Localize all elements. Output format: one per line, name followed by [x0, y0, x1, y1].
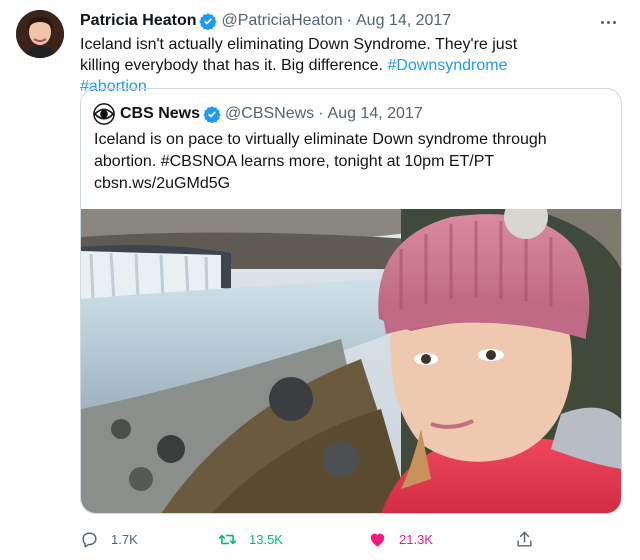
share-button[interactable] — [515, 526, 546, 552]
quoted-display-name[interactable]: CBS News — [120, 105, 200, 123]
like-count: 21.3K — [399, 531, 433, 547]
separator-dot: · — [346, 12, 352, 29]
quoted-body: Iceland is on pace to virtually eliminat… — [94, 131, 547, 170]
heart-icon — [370, 533, 385, 547]
quoted-tweet[interactable]: CBS News @CBSNews · Aug 14, 2017 Iceland… — [80, 88, 622, 514]
reply-icon — [82, 531, 97, 547]
like-button[interactable]: 21.3K — [368, 526, 433, 552]
quoted-handle[interactable]: @CBSNews — [225, 105, 314, 123]
verified-badge-icon — [203, 105, 221, 123]
reply-button[interactable]: 1.7K — [80, 526, 138, 552]
hashtag-link[interactable]: #Downsyndrome — [387, 57, 507, 74]
author-handle[interactable]: @PatriciaHeaton — [221, 12, 342, 30]
separator-dot: · — [318, 105, 324, 122]
retweet-count: 13.5K — [249, 531, 283, 547]
retweet-icon — [218, 534, 237, 544]
tweet-header: Patricia Heaton @PatriciaHeaton · Aug 14… — [80, 10, 451, 32]
cbs-eye-logo-icon — [93, 103, 115, 125]
author-display-name[interactable]: Patricia Heaton — [80, 12, 196, 30]
quoted-tweet-header: CBS News @CBSNews · Aug 14, 2017 — [93, 103, 423, 125]
tweet: Patricia Heaton @PatriciaHeaton · Aug 14… — [0, 0, 640, 560]
quoted-media-photo[interactable] — [81, 209, 621, 513]
tweet-actions: 1.7K 13.5K 21.3K — [80, 526, 560, 552]
reply-count: 1.7K — [111, 531, 138, 547]
quoted-tweet-text: Iceland is on pace to virtually eliminat… — [94, 129, 594, 195]
share-icon — [517, 531, 532, 547]
verified-badge-icon — [199, 12, 218, 30]
author-avatar[interactable] — [16, 10, 64, 58]
retweet-button[interactable]: 13.5K — [218, 526, 283, 552]
quoted-date[interactable]: Aug 14, 2017 — [328, 105, 423, 123]
tweet-date[interactable]: Aug 14, 2017 — [356, 12, 451, 30]
more-dots-icon[interactable] — [596, 12, 620, 32]
quoted-link[interactable]: cbsn.ws/2uGMd5G — [94, 175, 230, 192]
